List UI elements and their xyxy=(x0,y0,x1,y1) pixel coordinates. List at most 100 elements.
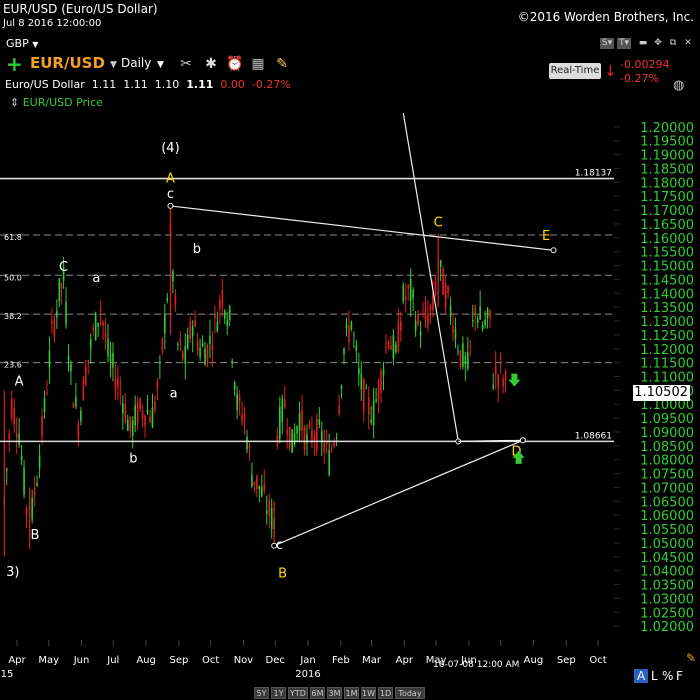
candle-body xyxy=(261,487,263,497)
wave-label: (4) xyxy=(161,141,179,156)
candle-body xyxy=(146,409,149,414)
candle-body xyxy=(296,426,298,434)
candle-body xyxy=(38,455,41,468)
percent-toggle[interactable]: % xyxy=(662,669,673,683)
candle-body xyxy=(126,419,129,431)
candle-body xyxy=(313,435,316,441)
candle-body xyxy=(358,368,360,374)
range-button-ytd[interactable]: YTD xyxy=(288,687,308,699)
range-button-5y[interactable]: 5Y xyxy=(254,687,269,699)
candle-body xyxy=(36,482,38,486)
wave-label: A xyxy=(166,171,175,186)
y-tick-label: 1.06000 xyxy=(640,509,694,524)
y-tick-label: 1.04500 xyxy=(640,551,694,566)
candle-body xyxy=(8,433,11,440)
y-tick-label: 1.16500 xyxy=(640,218,694,233)
candle-body xyxy=(246,436,248,450)
candle-body xyxy=(117,378,119,388)
candle-body xyxy=(263,484,266,491)
candle-body xyxy=(159,361,161,364)
candle-body xyxy=(340,385,343,389)
trendline xyxy=(273,439,524,547)
x-tick-label: Apr xyxy=(8,655,26,666)
range-button-6m[interactable]: 6M xyxy=(310,687,325,699)
candle-body xyxy=(53,319,56,337)
y-tick-label: 1.11000 xyxy=(640,371,694,386)
candle-body xyxy=(298,413,301,431)
a-toggle[interactable]: A xyxy=(634,669,649,683)
candle-body xyxy=(256,475,258,489)
candle-body xyxy=(469,340,472,343)
candle-body xyxy=(189,321,192,340)
candle-body xyxy=(442,268,444,295)
candle-body xyxy=(206,344,209,363)
candle-body xyxy=(226,319,229,327)
candle-body xyxy=(104,333,107,339)
y-tick-label: 1.03500 xyxy=(640,579,694,594)
x-tick-label: Oct xyxy=(589,655,606,666)
trendline-anchor xyxy=(167,202,174,209)
candle-body xyxy=(370,419,372,424)
candle-body xyxy=(31,497,33,520)
candle-body xyxy=(265,510,268,514)
l-toggle[interactable]: L xyxy=(651,669,658,683)
candle-body xyxy=(209,335,211,344)
candle-body xyxy=(238,395,241,404)
candle-body xyxy=(43,398,46,412)
x-tick-label: Apr xyxy=(396,655,414,666)
candle-body xyxy=(23,467,25,495)
candle-body xyxy=(107,338,109,356)
candle-body xyxy=(15,433,18,438)
candle-body xyxy=(56,310,58,317)
candle-body xyxy=(372,401,375,426)
price-chart[interactable]: 1.200001.195001.190001.185001.180001.175… xyxy=(0,0,700,700)
y-tick-label: 1.13500 xyxy=(640,301,694,316)
x-tick-sublabel: 15 xyxy=(1,669,14,680)
candle-body xyxy=(504,371,507,381)
f-toggle[interactable]: F xyxy=(676,669,683,683)
candle-body xyxy=(345,324,348,329)
x-tick-label: Feb xyxy=(332,655,350,666)
candle-body xyxy=(412,290,414,299)
candle-body xyxy=(196,340,199,351)
candle-body xyxy=(199,348,201,358)
candle-body xyxy=(80,410,82,421)
candle-body xyxy=(474,306,477,317)
x-tick-label: Jun xyxy=(73,655,90,666)
fib-label: 50.0 xyxy=(4,273,22,282)
candle-body xyxy=(134,405,136,426)
candle-body xyxy=(67,355,70,360)
y-tick-label: 1.07500 xyxy=(640,468,694,483)
pencil-icon[interactable]: ✎ xyxy=(686,651,696,665)
candle-body xyxy=(174,294,177,307)
candle-body xyxy=(407,285,410,289)
range-button-1y[interactable]: 1Y xyxy=(271,687,286,699)
candle-body xyxy=(166,298,169,301)
candle-body xyxy=(151,407,154,428)
candle-body xyxy=(355,345,358,351)
y-tick-label: 1.19000 xyxy=(640,149,694,164)
candle-body xyxy=(395,344,397,352)
x-tick-label: Jan xyxy=(299,655,315,666)
range-button-1m[interactable]: 1M xyxy=(344,687,359,699)
y-tick-label: 1.08000 xyxy=(640,454,694,469)
candle-body xyxy=(156,381,159,390)
candle-body xyxy=(382,368,385,376)
range-button-3m[interactable]: 3M xyxy=(327,687,342,699)
wave-label: E xyxy=(542,229,550,244)
candle-body xyxy=(424,309,427,321)
candle-body xyxy=(70,364,72,372)
candle-body xyxy=(308,423,311,427)
candle-body xyxy=(223,311,226,319)
candle-body xyxy=(499,358,502,361)
y-tick-label: 1.12000 xyxy=(640,343,694,358)
trendline xyxy=(170,205,554,251)
candle-body xyxy=(129,416,132,432)
range-button-1d[interactable]: 1D xyxy=(378,687,393,699)
candle-body xyxy=(417,314,419,325)
x-tick-label: Sep xyxy=(169,655,188,666)
candle-body xyxy=(77,423,80,439)
range-button-today[interactable]: Today xyxy=(395,687,425,699)
candle-body xyxy=(18,433,20,445)
range-button-1w[interactable]: 1W xyxy=(361,687,376,699)
